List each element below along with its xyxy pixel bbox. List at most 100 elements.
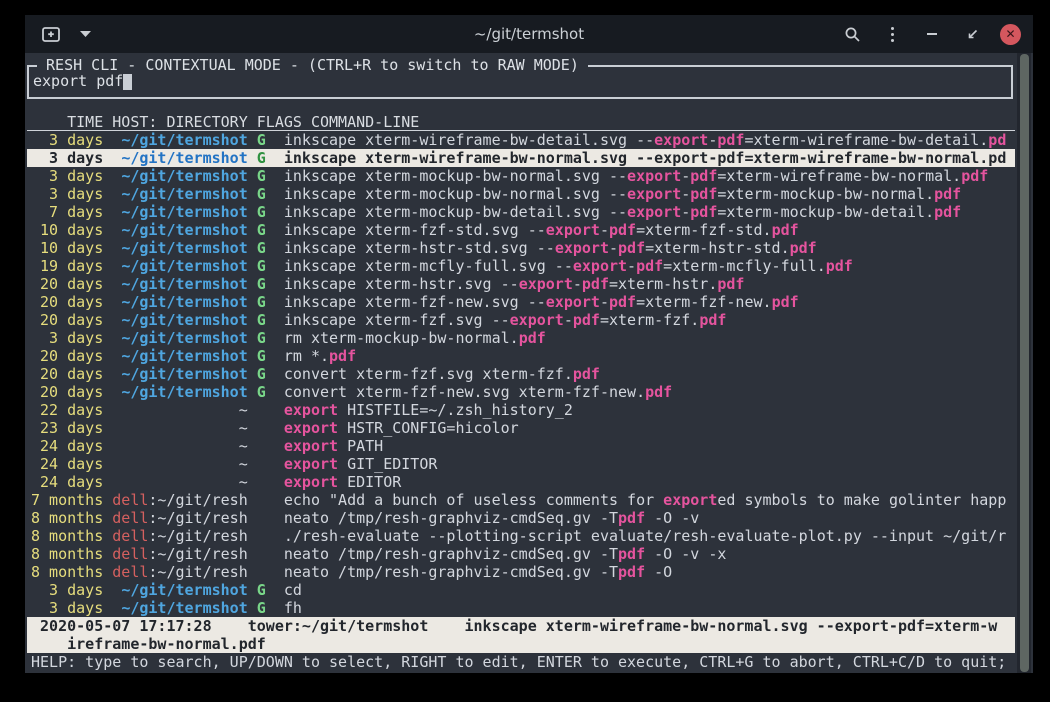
cell-flags: G — [257, 293, 266, 311]
scrollbar-thumb[interactable] — [1020, 54, 1029, 672]
cmd-text: convert xterm-fzf-new.svg xterm-fzf-new. — [284, 383, 645, 401]
history-row[interactable]: 3 days ~/git/termshot G cd — [27, 581, 1015, 599]
cell-time: 24 days — [31, 437, 103, 455]
history-row[interactable]: 24 days ~ export PATH — [27, 437, 1015, 455]
terminal-window: ~/git/termshot — [25, 15, 1033, 673]
cmd-match: pdf — [772, 221, 799, 239]
cmd-match: export — [654, 131, 708, 149]
menu-button[interactable] — [880, 21, 904, 47]
cell-flags: G — [257, 581, 266, 599]
cell-flags: G — [257, 275, 266, 293]
cmd-text: inkscape xterm-wireframe-bw-detail.svg -… — [284, 131, 654, 149]
cmd-text: - — [708, 131, 717, 149]
history-row[interactable]: 20 days ~/git/termshot G inkscape xterm-… — [27, 311, 1015, 329]
cmd-text: =xterm-hstr. — [609, 275, 717, 293]
cmd-match: pdf — [618, 545, 645, 563]
history-row[interactable]: 19 days ~/git/termshot G inkscape xterm-… — [27, 257, 1015, 275]
cell-directory: ~/git/termshot — [121, 599, 247, 617]
history-row[interactable]: 3 days ~/git/termshot G fh — [27, 599, 1015, 617]
text-cursor — [123, 74, 132, 90]
cmd-match: export — [284, 419, 338, 437]
history-row[interactable]: 20 days ~/git/termshot G convert xterm-f… — [27, 365, 1015, 383]
cell-flags: G — [257, 131, 266, 149]
history-row[interactable]: 3 days ~/git/termshot G inkscape xterm-m… — [27, 185, 1015, 203]
minimize-button[interactable] — [920, 21, 944, 47]
scrollbar-track[interactable] — [1017, 53, 1031, 673]
cmd-text: =xterm-hstr-std. — [645, 239, 790, 257]
cmd-match: export — [519, 275, 573, 293]
cmd-text: =xterm-fzf-new. — [636, 293, 771, 311]
cell-flags — [257, 473, 266, 491]
cell-flags — [257, 491, 266, 509]
cell-directory: ~ — [239, 401, 248, 419]
search-button[interactable] — [840, 21, 864, 47]
history-row[interactable]: 20 days ~/git/termshot G inkscape xterm-… — [27, 293, 1015, 311]
cmd-text: =xterm-wireframe-bw-normal. — [717, 167, 961, 185]
titlebar: ~/git/termshot — [25, 15, 1033, 53]
cmd-text: HSTR_CONFIG=hicolor — [338, 419, 519, 437]
cell-time: 22 days — [31, 401, 103, 419]
history-row[interactable]: 7 days ~/git/termshot G inkscape xterm-m… — [27, 203, 1015, 221]
status-bar-line-1: 2020-05-07 17:17:28 tower:~/git/termshot… — [27, 617, 1015, 635]
history-row[interactable]: 23 days ~ export HSTR_CONFIG=hicolor — [27, 419, 1015, 437]
history-row[interactable]: 10 days ~/git/termshot G inkscape xterm-… — [27, 221, 1015, 239]
cmd-match: pdf — [961, 167, 988, 185]
cell-time: 3 days — [31, 599, 103, 617]
history-row-selected[interactable]: 3 days ~/git/termshot G inkscape xterm-w… — [27, 149, 1015, 167]
cell-directory: ~/git/termshot — [121, 167, 247, 185]
cell-time: 24 days — [31, 455, 103, 473]
history-row[interactable]: 7 months dell:~/git/resh echo "Add a bun… — [27, 491, 1015, 509]
cmd-match: pdf — [573, 365, 600, 383]
history-row[interactable]: 8 months dell:~/git/resh neato /tmp/resh… — [27, 545, 1015, 563]
history-row[interactable]: 8 months dell:~/git/resh ./resh-evaluate… — [27, 527, 1015, 545]
history-row[interactable]: 20 days ~/git/termshot G convert xterm-f… — [27, 383, 1015, 401]
cell-time: 3 days — [31, 167, 103, 185]
cmd-text: ed symbols to make golinter happ — [717, 491, 1006, 509]
history-row[interactable]: 8 months dell:~/git/resh neato /tmp/resh… — [27, 563, 1015, 581]
cell-host: dell — [112, 509, 148, 527]
history-row[interactable]: 8 months dell:~/git/resh neato /tmp/resh… — [27, 509, 1015, 527]
cell-directory: ~/git/termshot — [121, 203, 247, 221]
history-row[interactable]: 20 days ~/git/termshot G rm *.pdf — [27, 347, 1015, 365]
cell-time: 20 days — [31, 293, 103, 311]
cmd-match: export — [573, 257, 627, 275]
cmd-text: inkscape xterm-mockup-bw-normal.svg -- — [284, 185, 627, 203]
history-row[interactable]: 22 days ~ export HISTFILE=~/.zsh_history… — [27, 401, 1015, 419]
cell-time: 10 days — [31, 221, 103, 239]
history-row[interactable]: 24 days ~ export EDITOR — [27, 473, 1015, 491]
cell-directory: ~ — [239, 473, 248, 491]
cmd-text: neato /tmp/resh-graphviz-cmdSeq.gv -T — [284, 509, 618, 527]
restore-button[interactable] — [960, 21, 984, 47]
cell-flags — [257, 419, 266, 437]
cmd-match: pdf — [645, 383, 672, 401]
search-input[interactable]: export pdf — [33, 72, 132, 90]
cmd-text: =xterm-fzf-std. — [636, 221, 771, 239]
history-row[interactable]: 10 days ~/git/termshot G inkscape xterm-… — [27, 239, 1015, 257]
cmd-match: export — [284, 473, 338, 491]
history-row[interactable]: 3 days ~/git/termshot G inkscape xterm-w… — [27, 131, 1015, 149]
cmd-text: - — [627, 257, 636, 275]
history-row[interactable]: 20 days ~/git/termshot G inkscape xterm-… — [27, 275, 1015, 293]
cmd-match: pdf — [717, 275, 744, 293]
cmd-match: pd — [988, 131, 1006, 149]
cmd-match: export — [663, 491, 717, 509]
cell-flags: G — [257, 383, 266, 401]
cell-time: 20 days — [31, 311, 103, 329]
cell-directory: ~ — [239, 419, 248, 437]
history-row[interactable]: 24 days ~ export GIT_EDITOR — [27, 455, 1015, 473]
status-bar-line-2: ireframe-bw-normal.pdf — [27, 635, 1015, 653]
history-row[interactable]: 3 days ~/git/termshot G inkscape xterm-m… — [27, 167, 1015, 185]
cmd-match: export — [546, 221, 600, 239]
cmd-match: pdf — [690, 185, 717, 203]
cell-host: dell — [112, 491, 148, 509]
cell-host: dell — [112, 527, 148, 545]
cmd-match: pdf — [772, 293, 799, 311]
history-row[interactable]: 3 days ~/git/termshot G rm xterm-mockup-… — [27, 329, 1015, 347]
cmd-text: inkscape xterm-wireframe-bw-normal.svg -… — [284, 149, 654, 167]
close-button[interactable]: ✕ — [1000, 24, 1021, 45]
cmd-match: pd — [988, 149, 1006, 167]
cell-directory: :~/git/resh — [148, 491, 247, 509]
cell-directory: ~ — [239, 437, 248, 455]
cell-time: 20 days — [31, 383, 103, 401]
cmd-text: neato /tmp/resh-graphviz-cmdSeq.gv -T — [284, 545, 618, 563]
